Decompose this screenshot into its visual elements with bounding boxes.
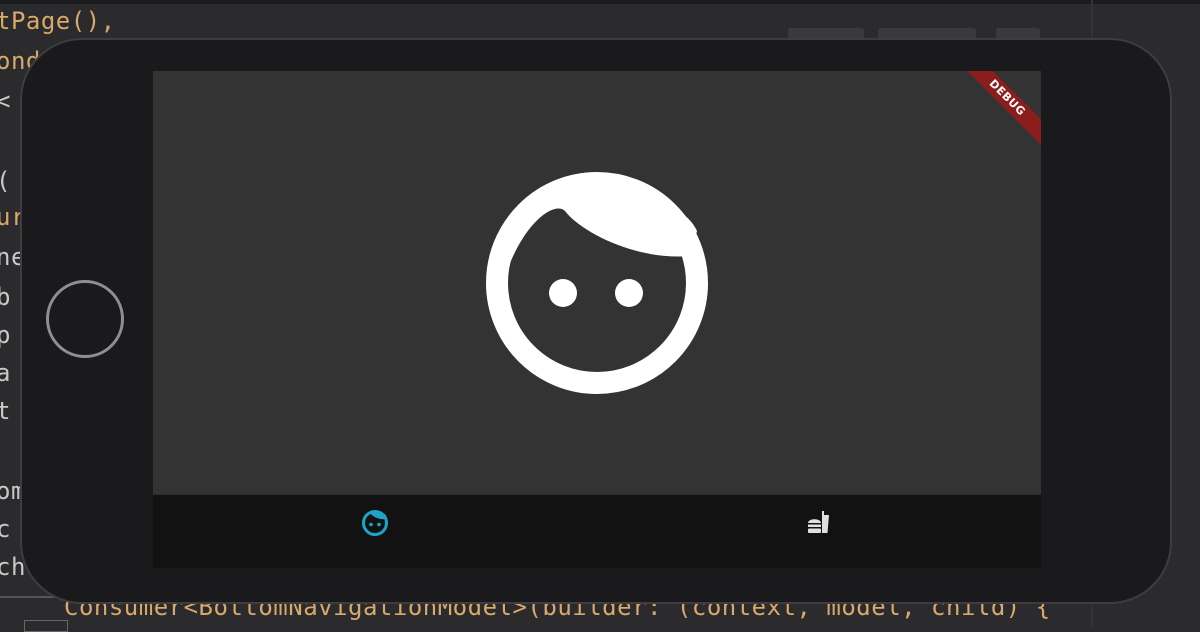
code-line: t [0, 397, 11, 425]
editor-top-border [0, 0, 1200, 4]
nav-item-face[interactable] [357, 505, 393, 541]
face-icon [486, 172, 708, 394]
fastfood-icon [808, 511, 829, 533]
code-line: ( [0, 166, 11, 196]
code-line: p [0, 321, 11, 349]
code-line: a [0, 359, 11, 387]
code-line: < [0, 87, 11, 115]
nav-item-fastfood[interactable] [801, 505, 837, 541]
face-icon [362, 510, 388, 536]
app-screen: DEBUG [153, 71, 1041, 568]
home-button[interactable] [46, 280, 124, 358]
phone-simulator-frame: DEBUG [20, 38, 1172, 604]
editor-gutter-box [24, 620, 68, 632]
code-line: c [0, 515, 11, 543]
code-line: tPage(), [0, 7, 116, 35]
editor-divider [0, 596, 60, 598]
page-content [153, 71, 1041, 494]
code-line: b [0, 283, 11, 311]
bottom-navigation-bar [153, 494, 1041, 568]
